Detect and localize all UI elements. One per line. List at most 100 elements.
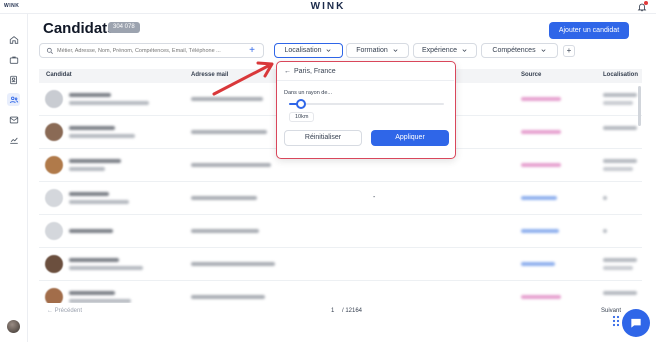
current-page-input[interactable]: 1 bbox=[331, 308, 334, 314]
candidate-location bbox=[603, 196, 607, 200]
briefcase-icon bbox=[9, 56, 18, 64]
filter-experience-label: Expérience bbox=[421, 47, 458, 54]
candidate-name bbox=[69, 291, 115, 295]
next-page-button[interactable]: Suivant bbox=[601, 308, 621, 314]
filter-localisation-label: Localisation bbox=[284, 47, 322, 54]
previous-page-button[interactable]: ← Précédent bbox=[47, 308, 82, 314]
column-header-localisation[interactable]: Localisation bbox=[603, 72, 638, 78]
candidate-email bbox=[191, 196, 257, 200]
search-input[interactable] bbox=[57, 46, 239, 56]
chevron-down-icon bbox=[461, 47, 468, 54]
radius-slider-handle[interactable] bbox=[296, 99, 307, 109]
filter-competences[interactable]: Compétences bbox=[481, 43, 558, 58]
candidate-email bbox=[191, 163, 271, 167]
candidate-location-detail bbox=[603, 266, 633, 270]
avatar bbox=[45, 255, 63, 273]
apply-button[interactable]: Appliquer bbox=[371, 130, 449, 146]
add-candidate-button[interactable]: Ajouter un candidat bbox=[549, 22, 629, 39]
sidebar-item-candidates[interactable] bbox=[7, 93, 20, 106]
reset-button[interactable]: Réinitialiser bbox=[284, 130, 362, 146]
selected-location: Paris, France bbox=[294, 68, 336, 75]
candidate-location-detail bbox=[603, 101, 633, 105]
chart-icon bbox=[9, 137, 18, 144]
table-scrollbar[interactable] bbox=[638, 86, 641, 126]
grip-dots-icon bbox=[612, 315, 620, 327]
filter-formation[interactable]: Formation bbox=[346, 43, 409, 58]
candidate-location bbox=[603, 126, 637, 130]
source-tag bbox=[521, 295, 561, 299]
chevron-down-icon bbox=[325, 47, 332, 54]
chevron-down-icon bbox=[392, 47, 399, 54]
candidate-email bbox=[191, 295, 265, 299]
candidate-location bbox=[603, 258, 637, 262]
candidate-title bbox=[69, 266, 143, 270]
table-row[interactable] bbox=[39, 215, 642, 248]
sidebar-item-messages[interactable] bbox=[7, 113, 20, 126]
chevron-down-icon bbox=[540, 47, 547, 54]
table-row[interactable] bbox=[39, 281, 642, 303]
more-filters-button[interactable]: + bbox=[563, 45, 575, 57]
home-icon bbox=[9, 35, 18, 44]
popup-divider bbox=[277, 80, 454, 81]
search-icon bbox=[46, 47, 53, 54]
candidate-title bbox=[69, 134, 135, 138]
source-tag bbox=[521, 97, 561, 101]
arrow-left-icon: ← bbox=[284, 68, 291, 75]
people-icon bbox=[9, 96, 18, 103]
empty-cell: - bbox=[373, 194, 376, 201]
candidate-email bbox=[191, 229, 259, 233]
avatar bbox=[45, 288, 63, 303]
table-row[interactable]: - bbox=[39, 182, 642, 215]
avatar bbox=[45, 222, 63, 240]
filter-localisation[interactable]: Localisation bbox=[274, 43, 343, 58]
chat-bubble-icon bbox=[631, 318, 641, 328]
candidate-location bbox=[603, 93, 637, 97]
avatar bbox=[45, 90, 63, 108]
search-bar: + bbox=[39, 43, 264, 58]
sidebar-item-contacts[interactable] bbox=[7, 73, 20, 86]
radius-slider[interactable] bbox=[289, 103, 444, 105]
page-title: Candidats bbox=[43, 20, 116, 37]
candidate-email bbox=[191, 130, 267, 134]
candidate-email bbox=[191, 262, 275, 266]
sidebar-item-home[interactable] bbox=[7, 33, 20, 46]
sidebar bbox=[0, 14, 28, 342]
count-badge: 304 078 bbox=[108, 22, 140, 33]
localisation-popup: ← Paris, France Dans un rayon de... 10km… bbox=[276, 61, 456, 159]
table-row[interactable] bbox=[39, 248, 642, 281]
candidate-location bbox=[603, 291, 637, 295]
column-header-source[interactable]: Source bbox=[521, 72, 541, 78]
add-search-term-button[interactable]: + bbox=[246, 44, 258, 57]
avatar bbox=[45, 189, 63, 207]
candidate-name bbox=[69, 93, 111, 97]
source-tag bbox=[521, 262, 555, 266]
candidate-location-detail bbox=[603, 167, 633, 171]
total-pages: / 12164 bbox=[342, 308, 363, 314]
source-tag bbox=[521, 163, 561, 167]
top-bar: WINK WINK bbox=[0, 0, 656, 14]
source-tag bbox=[521, 196, 557, 200]
filter-experience[interactable]: Expérience bbox=[413, 43, 477, 58]
filter-formation-label: Formation bbox=[356, 47, 388, 54]
column-header-candidat[interactable]: Candidat bbox=[46, 72, 72, 78]
candidate-name bbox=[69, 229, 113, 233]
sidebar-item-stats[interactable] bbox=[7, 133, 20, 146]
chat-button[interactable] bbox=[622, 309, 650, 337]
location-back-button[interactable]: ← Paris, France bbox=[284, 68, 336, 75]
candidate-title bbox=[69, 101, 149, 105]
brand-title: WINK bbox=[310, 1, 346, 12]
candidate-title bbox=[69, 299, 131, 303]
candidate-name bbox=[69, 126, 115, 130]
candidate-location bbox=[603, 159, 637, 163]
contacts-icon bbox=[9, 75, 17, 84]
user-avatar[interactable] bbox=[7, 320, 20, 333]
previous-page-label: Précédent bbox=[54, 308, 83, 314]
source-tag bbox=[521, 229, 559, 233]
sidebar-item-jobs[interactable] bbox=[7, 53, 20, 66]
avatar bbox=[45, 156, 63, 174]
candidate-name bbox=[69, 159, 121, 163]
mail-icon bbox=[9, 116, 18, 123]
candidate-name bbox=[69, 192, 109, 196]
avatar bbox=[45, 123, 63, 141]
candidate-title bbox=[69, 167, 105, 171]
